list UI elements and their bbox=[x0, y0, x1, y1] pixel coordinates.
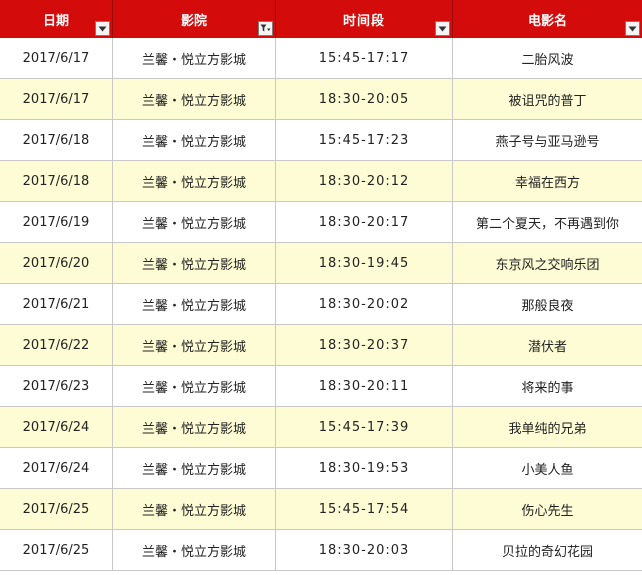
movie-cell[interactable]: 幸福在西方 bbox=[453, 161, 642, 201]
date-cell[interactable]: 2017/6/21 bbox=[0, 284, 113, 324]
table-row: 2017/6/24 兰馨・悦立方影城 15:45-17:39 我单纯的兄弟 bbox=[0, 407, 642, 448]
time-cell[interactable]: 18:30-20:03 bbox=[276, 530, 453, 570]
movie-cell[interactable]: 燕子号与亚马逊号 bbox=[453, 120, 642, 160]
date-cell[interactable]: 2017/6/18 bbox=[0, 120, 113, 160]
date-cell[interactable]: 2017/6/20 bbox=[0, 243, 113, 283]
header-cinema: 影院 bbox=[113, 0, 276, 38]
table-row: 2017/6/18 兰馨・悦立方影城 15:45-17:23 燕子号与亚马逊号 bbox=[0, 120, 642, 161]
table-row: 2017/6/21 兰馨・悦立方影城 18:30-20:02 那般良夜 bbox=[0, 284, 642, 325]
header-cinema-label: 影院 bbox=[180, 13, 207, 29]
table-row: 2017/6/17 兰馨・悦立方影城 18:30-20:05 被诅咒的普丁 bbox=[0, 79, 642, 120]
cinema-cell[interactable]: 兰馨・悦立方影城 bbox=[113, 448, 276, 488]
table-row: 2017/6/18 兰馨・悦立方影城 18:30-20:12 幸福在西方 bbox=[0, 161, 642, 202]
movie-cell[interactable]: 潜伏者 bbox=[453, 325, 642, 365]
time-cell[interactable]: 15:45-17:23 bbox=[276, 120, 453, 160]
header-date: 日期 bbox=[0, 0, 113, 38]
time-cell[interactable]: 18:30-19:53 bbox=[276, 448, 453, 488]
table-row: 2017/6/19 兰馨・悦立方影城 18:30-20:17 第二个夏天，不再遇到你 bbox=[0, 202, 642, 243]
cinema-cell[interactable]: 兰馨・悦立方影城 bbox=[113, 202, 276, 242]
movie-cell[interactable]: 那般良夜 bbox=[453, 284, 642, 324]
header-row: 日期 影院 时间段 电影名 bbox=[0, 0, 642, 38]
cinema-cell[interactable]: 兰馨・悦立方影城 bbox=[113, 530, 276, 570]
cinema-cell[interactable]: 兰馨・悦立方影城 bbox=[113, 120, 276, 160]
movie-cell[interactable]: 将来的事 bbox=[453, 366, 642, 406]
movie-cell[interactable]: 被诅咒的普丁 bbox=[453, 79, 642, 119]
cinema-cell[interactable]: 兰馨・悦立方影城 bbox=[113, 407, 276, 447]
time-cell[interactable]: 18:30-20:37 bbox=[276, 325, 453, 365]
time-cell[interactable]: 15:45-17:54 bbox=[276, 489, 453, 529]
date-cell[interactable]: 2017/6/18 bbox=[0, 161, 113, 201]
table-row: 2017/6/17 兰馨・悦立方影城 15:45-17:17 二胎风波 bbox=[0, 38, 642, 79]
date-cell[interactable]: 2017/6/17 bbox=[0, 38, 113, 78]
cinema-cell[interactable]: 兰馨・悦立方影城 bbox=[113, 79, 276, 119]
cinema-cell[interactable]: 兰馨・悦立方影城 bbox=[113, 243, 276, 283]
date-cell[interactable]: 2017/6/23 bbox=[0, 366, 113, 406]
header-movie: 电影名 bbox=[453, 0, 642, 38]
movie-cell[interactable]: 贝拉的奇幻花园 bbox=[453, 530, 642, 570]
time-cell[interactable]: 15:45-17:39 bbox=[276, 407, 453, 447]
date-cell[interactable]: 2017/6/25 bbox=[0, 489, 113, 529]
date-filter-dropdown-icon[interactable] bbox=[95, 21, 110, 36]
date-cell[interactable]: 2017/6/17 bbox=[0, 79, 113, 119]
time-cell[interactable]: 18:30-19:45 bbox=[276, 243, 453, 283]
movie-cell[interactable]: 伤心先生 bbox=[453, 489, 642, 529]
time-cell[interactable]: 18:30-20:17 bbox=[276, 202, 453, 242]
table-row: 2017/6/20 兰馨・悦立方影城 18:30-19:45 东京风之交响乐团 bbox=[0, 243, 642, 284]
header-time-label: 时间段 bbox=[342, 13, 385, 29]
movie-cell[interactable]: 二胎风波 bbox=[453, 38, 642, 78]
cinema-cell[interactable]: 兰馨・悦立方影城 bbox=[113, 325, 276, 365]
header-date-label: 日期 bbox=[42, 13, 69, 29]
cinema-cell[interactable]: 兰馨・悦立方影城 bbox=[113, 366, 276, 406]
date-cell[interactable]: 2017/6/24 bbox=[0, 448, 113, 488]
time-cell[interactable]: 18:30-20:11 bbox=[276, 366, 453, 406]
time-cell[interactable]: 18:30-20:02 bbox=[276, 284, 453, 324]
time-cell[interactable]: 15:45-17:17 bbox=[276, 38, 453, 78]
table-row: 2017/6/23 兰馨・悦立方影城 18:30-20:11 将来的事 bbox=[0, 366, 642, 407]
time-cell[interactable]: 18:30-20:12 bbox=[276, 161, 453, 201]
header-movie-label: 电影名 bbox=[527, 13, 567, 29]
spreadsheet-table: 日期 影院 时间段 电影名 2017/6/17 兰馨・悦立方影城 15:45-17:… bbox=[0, 0, 642, 575]
date-cell[interactable]: 2017/6/19 bbox=[0, 202, 113, 242]
table-row: 2017/6/25 兰馨・悦立方影城 15:45-17:54 伤心先生 bbox=[0, 489, 642, 530]
table-row: 2017/6/22 兰馨・悦立方影城 18:30-20:37 潜伏者 bbox=[0, 325, 642, 366]
cinema-filter-funnel-icon[interactable] bbox=[258, 21, 273, 36]
movie-filter-dropdown-icon[interactable] bbox=[625, 21, 640, 36]
table-row: 2017/6/24 兰馨・悦立方影城 18:30-19:53 小美人鱼 bbox=[0, 448, 642, 489]
movie-cell[interactable]: 小美人鱼 bbox=[453, 448, 642, 488]
cinema-cell[interactable]: 兰馨・悦立方影城 bbox=[113, 284, 276, 324]
movie-cell[interactable]: 我单纯的兄弟 bbox=[453, 407, 642, 447]
header-time: 时间段 bbox=[276, 0, 453, 38]
time-cell[interactable]: 18:30-20:05 bbox=[276, 79, 453, 119]
cinema-cell[interactable]: 兰馨・悦立方影城 bbox=[113, 38, 276, 78]
movie-cell[interactable]: 第二个夏天，不再遇到你 bbox=[453, 202, 642, 242]
cinema-cell[interactable]: 兰馨・悦立方影城 bbox=[113, 489, 276, 529]
date-cell[interactable]: 2017/6/24 bbox=[0, 407, 113, 447]
date-cell[interactable]: 2017/6/22 bbox=[0, 325, 113, 365]
date-cell[interactable]: 2017/6/25 bbox=[0, 530, 113, 570]
cinema-cell[interactable]: 兰馨・悦立方影城 bbox=[113, 161, 276, 201]
time-filter-dropdown-icon[interactable] bbox=[435, 21, 450, 36]
movie-cell[interactable]: 东京风之交响乐团 bbox=[453, 243, 642, 283]
table-row: 2017/6/25 兰馨・悦立方影城 18:30-20:03 贝拉的奇幻花园 bbox=[0, 530, 642, 571]
